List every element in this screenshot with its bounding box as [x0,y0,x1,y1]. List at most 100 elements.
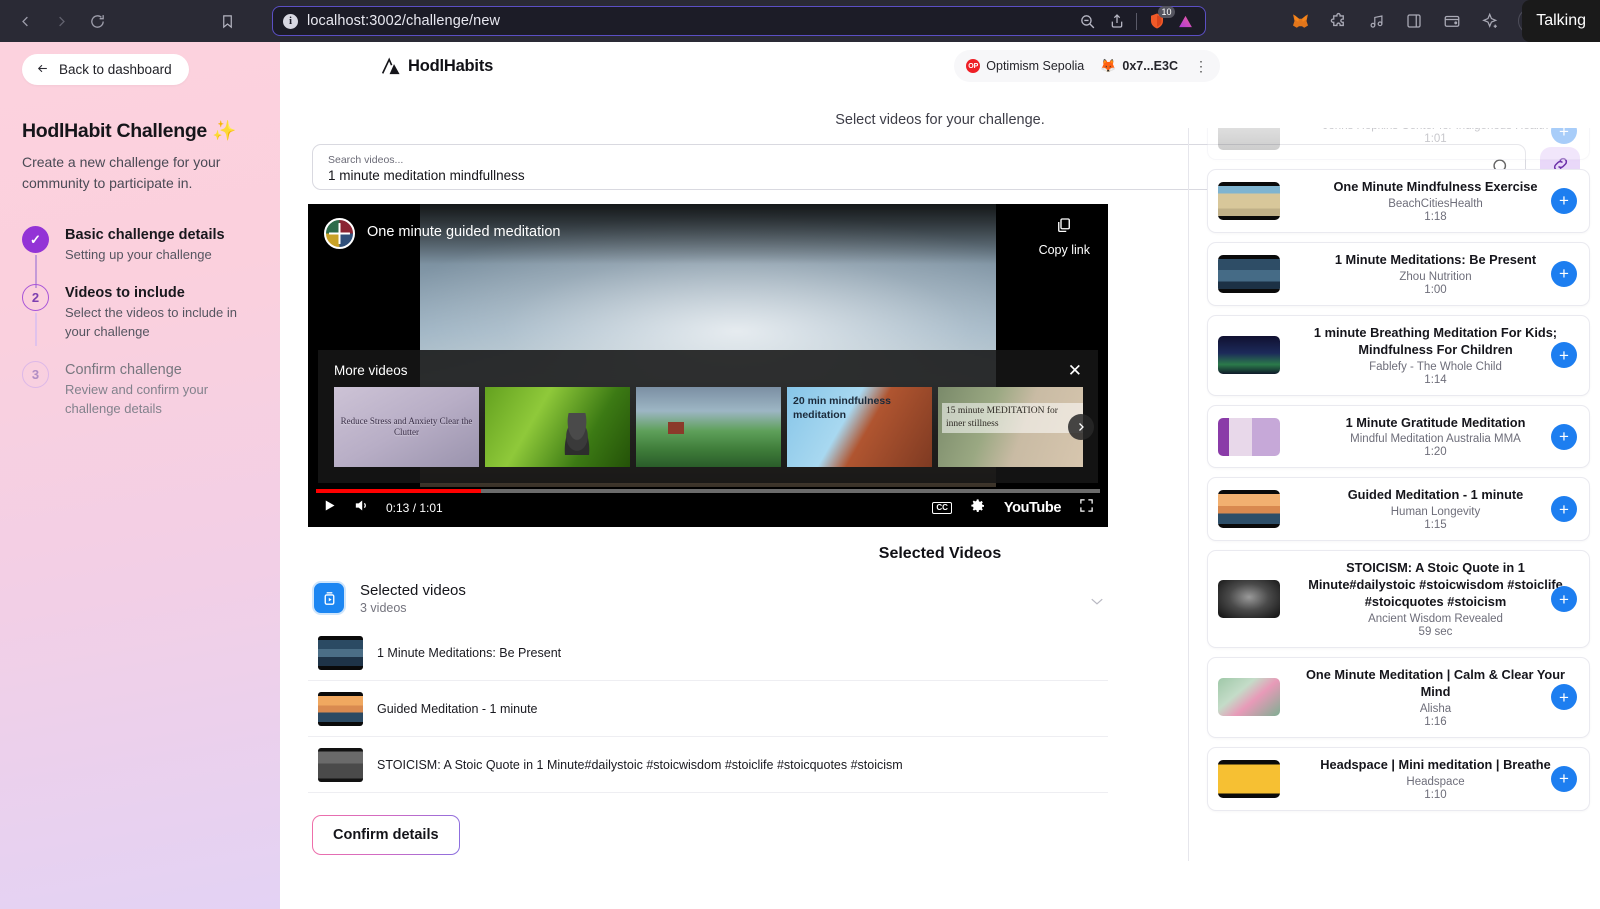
result-duration: 1:00 [1424,283,1447,296]
confirm-details-button[interactable]: Confirm details [312,815,460,855]
share-icon[interactable] [1107,12,1126,31]
selected-videos-summary[interactable]: Selected videos 3 videos [308,579,1108,625]
optimism-icon: OP [966,59,981,73]
more-video-thumb[interactable]: 20 min mindfulness meditation [787,387,932,467]
sparkle-icon[interactable] [1480,11,1500,31]
brave-shield-icon[interactable]: 10 [1147,5,1175,31]
chevron-down-icon[interactable] [1090,595,1104,609]
shield-block-count: 10 [1157,5,1175,18]
back-icon[interactable] [14,10,36,32]
control-right: CC YouTube [932,498,1094,519]
plus-icon[interactable]: + [1551,496,1577,523]
url-bar-actions: 10 [1078,5,1195,31]
search-result-item[interactable]: 1 Minute Meditations: Be Present Zhou Nu… [1207,241,1590,306]
wallet-status-bar: OP Optimism Sepolia 🦊 0x7...E3C ⋮ [954,50,1220,82]
app-header: HodlHabits OP Optimism Sepolia 🦊 0x7...E… [280,42,1600,90]
plus-icon[interactable]: + [1551,765,1577,792]
plus-icon[interactable]: + [1551,423,1577,450]
youtube-player[interactable]: One minute guided meditation Copy link M… [308,204,1108,527]
search-result-item[interactable]: Headspace | Mini meditation | Breathe He… [1207,746,1590,811]
brave-leo-icon[interactable] [1176,12,1195,31]
browser-extension-icons [1290,0,1562,42]
search-result-item[interactable]: STOICISM: A Stoic Quote in 1 Minute#dail… [1207,550,1590,649]
plus-icon[interactable]: + [1551,260,1577,287]
result-title: One Minute Mindfulness Exercise [1333,179,1538,194]
volume-icon[interactable] [353,497,370,519]
youtube-brand-label[interactable]: YouTube [1004,500,1061,516]
channel-avatar [324,218,355,249]
forward-icon[interactable] [50,10,72,32]
plus-icon[interactable]: + [1551,342,1577,369]
page-subtitle: Create a new challenge for your communit… [22,154,221,191]
url-bar[interactable]: i localhost:3002/challenge/new 10 [272,5,1206,36]
kebab-menu-icon[interactable]: ⋮ [1194,59,1208,73]
more-video-thumb[interactable] [636,387,781,467]
info-icon[interactable]: i [283,13,298,29]
wallet-icon[interactable] [1442,11,1462,31]
video-thumbnail [1218,490,1280,529]
bookmark-icon[interactable] [216,10,238,32]
stepper-item-confirm-challenge[interactable]: 3 Confirm challenge Review and confirm y… [22,361,258,418]
result-duration: 1:14 [1424,373,1447,386]
result-body: 1 Minute Gratitude Meditation Mindful Me… [1292,415,1579,459]
search-result-item[interactable]: Johns Hopkins Center for Indigenous Heal… [1207,128,1590,160]
step-connector [35,313,37,347]
fullscreen-icon[interactable] [1079,498,1094,518]
selected-video-row[interactable]: STOICISM: A Stoic Quote in 1 Minute#dail… [308,737,1108,793]
browser-chrome: i localhost:3002/challenge/new 10 Talkin… [0,0,1600,42]
more-video-thumb[interactable]: 15 minute MEDITATION for inner stillness [938,387,1083,467]
chevron-right-icon[interactable] [1068,414,1094,440]
result-duration: 1:18 [1424,210,1447,223]
stepper-item-videos-to-include[interactable]: 2 Videos to include Select the videos to… [22,284,258,361]
search-result-item[interactable]: 1 Minute Gratitude Meditation Mindful Me… [1207,404,1590,469]
step-text: Basic challenge details Setting up your … [65,226,250,264]
selected-video-row[interactable]: 1 Minute Meditations: Be Present [308,625,1108,681]
play-icon[interactable] [322,498,337,518]
reload-icon[interactable] [86,10,108,32]
selected-video-row[interactable]: Guided Meditation - 1 minute [308,681,1108,737]
selected-videos-panel: Selected videos 3 videos 1 Minute Medita… [308,579,1108,793]
cc-icon[interactable]: CC [932,502,952,514]
account-button[interactable]: 🦊 0x7...E3C [1100,58,1178,74]
video-thumbnail [1218,128,1280,150]
result-title: 1 minute Breathing Meditation For Kids; … [1313,324,1558,357]
more-video-thumb[interactable] [485,387,630,467]
result-duration: 1:10 [1424,788,1447,801]
back-to-dashboard-button[interactable]: Back to dashboard [22,54,189,85]
step-connector [35,255,37,288]
puzzle-extension-icon[interactable] [1328,11,1348,31]
metamask-fox-icon[interactable] [1290,11,1310,31]
close-x-icon[interactable]: ✕ [1068,362,1082,379]
search-result-item[interactable]: Guided Meditation - 1 minute Human Longe… [1207,477,1590,542]
music-note-icon[interactable] [1366,11,1386,31]
search-results-list[interactable]: Johns Hopkins Center for Indigenous Heal… [1188,128,1600,861]
video-thumbnail [1218,181,1280,220]
selected-videos-count: 3 videos [360,600,407,615]
challenge-sidebar: Back to dashboard HodlHabit Challenge ✨ … [0,42,280,909]
plus-icon[interactable]: + [1551,586,1577,613]
brand[interactable]: HodlHabits [380,57,493,76]
search-result-item[interactable]: One Minute Meditation | Calm & Clear You… [1207,657,1590,738]
video-thumbnail [1218,336,1280,375]
zoom-out-icon[interactable] [1078,12,1097,31]
network-selector[interactable]: OP Optimism Sepolia [966,59,1084,73]
sidebar-panel-icon[interactable] [1404,11,1424,31]
copy-link-button[interactable]: Copy link [1039,216,1090,257]
result-body: Johns Hopkins Center for Indigenous Heal… [1292,128,1579,145]
plus-icon[interactable]: + [1551,684,1577,711]
result-duration: 59 sec [1418,626,1453,639]
copy-link-label: Copy link [1038,243,1090,257]
selected-video-title: STOICISM: A Stoic Quote in 1 Minute#dail… [377,757,903,772]
more-video-thumb[interactable]: Reduce Stress and Anxiety Clear the Clut… [334,387,479,467]
url-text[interactable]: localhost:3002/challenge/new [307,13,1069,29]
gear-icon[interactable] [970,498,986,519]
result-channel: Zhou Nutrition [1399,270,1472,283]
result-body: Guided Meditation - 1 minute Human Longe… [1292,487,1579,531]
search-result-item[interactable]: One Minute Mindfulness Exercise BeachCit… [1207,169,1590,233]
result-channel: BeachCitiesHealth [1388,197,1483,210]
search-result-item[interactable]: 1 minute Breathing Meditation For Kids; … [1207,314,1590,396]
plus-icon[interactable]: + [1551,187,1577,214]
step-title: Videos to include [65,285,185,302]
stepper-item-basic-details[interactable]: ✓ Basic challenge details Setting up you… [22,226,258,288]
video-thumbnail [318,691,363,726]
